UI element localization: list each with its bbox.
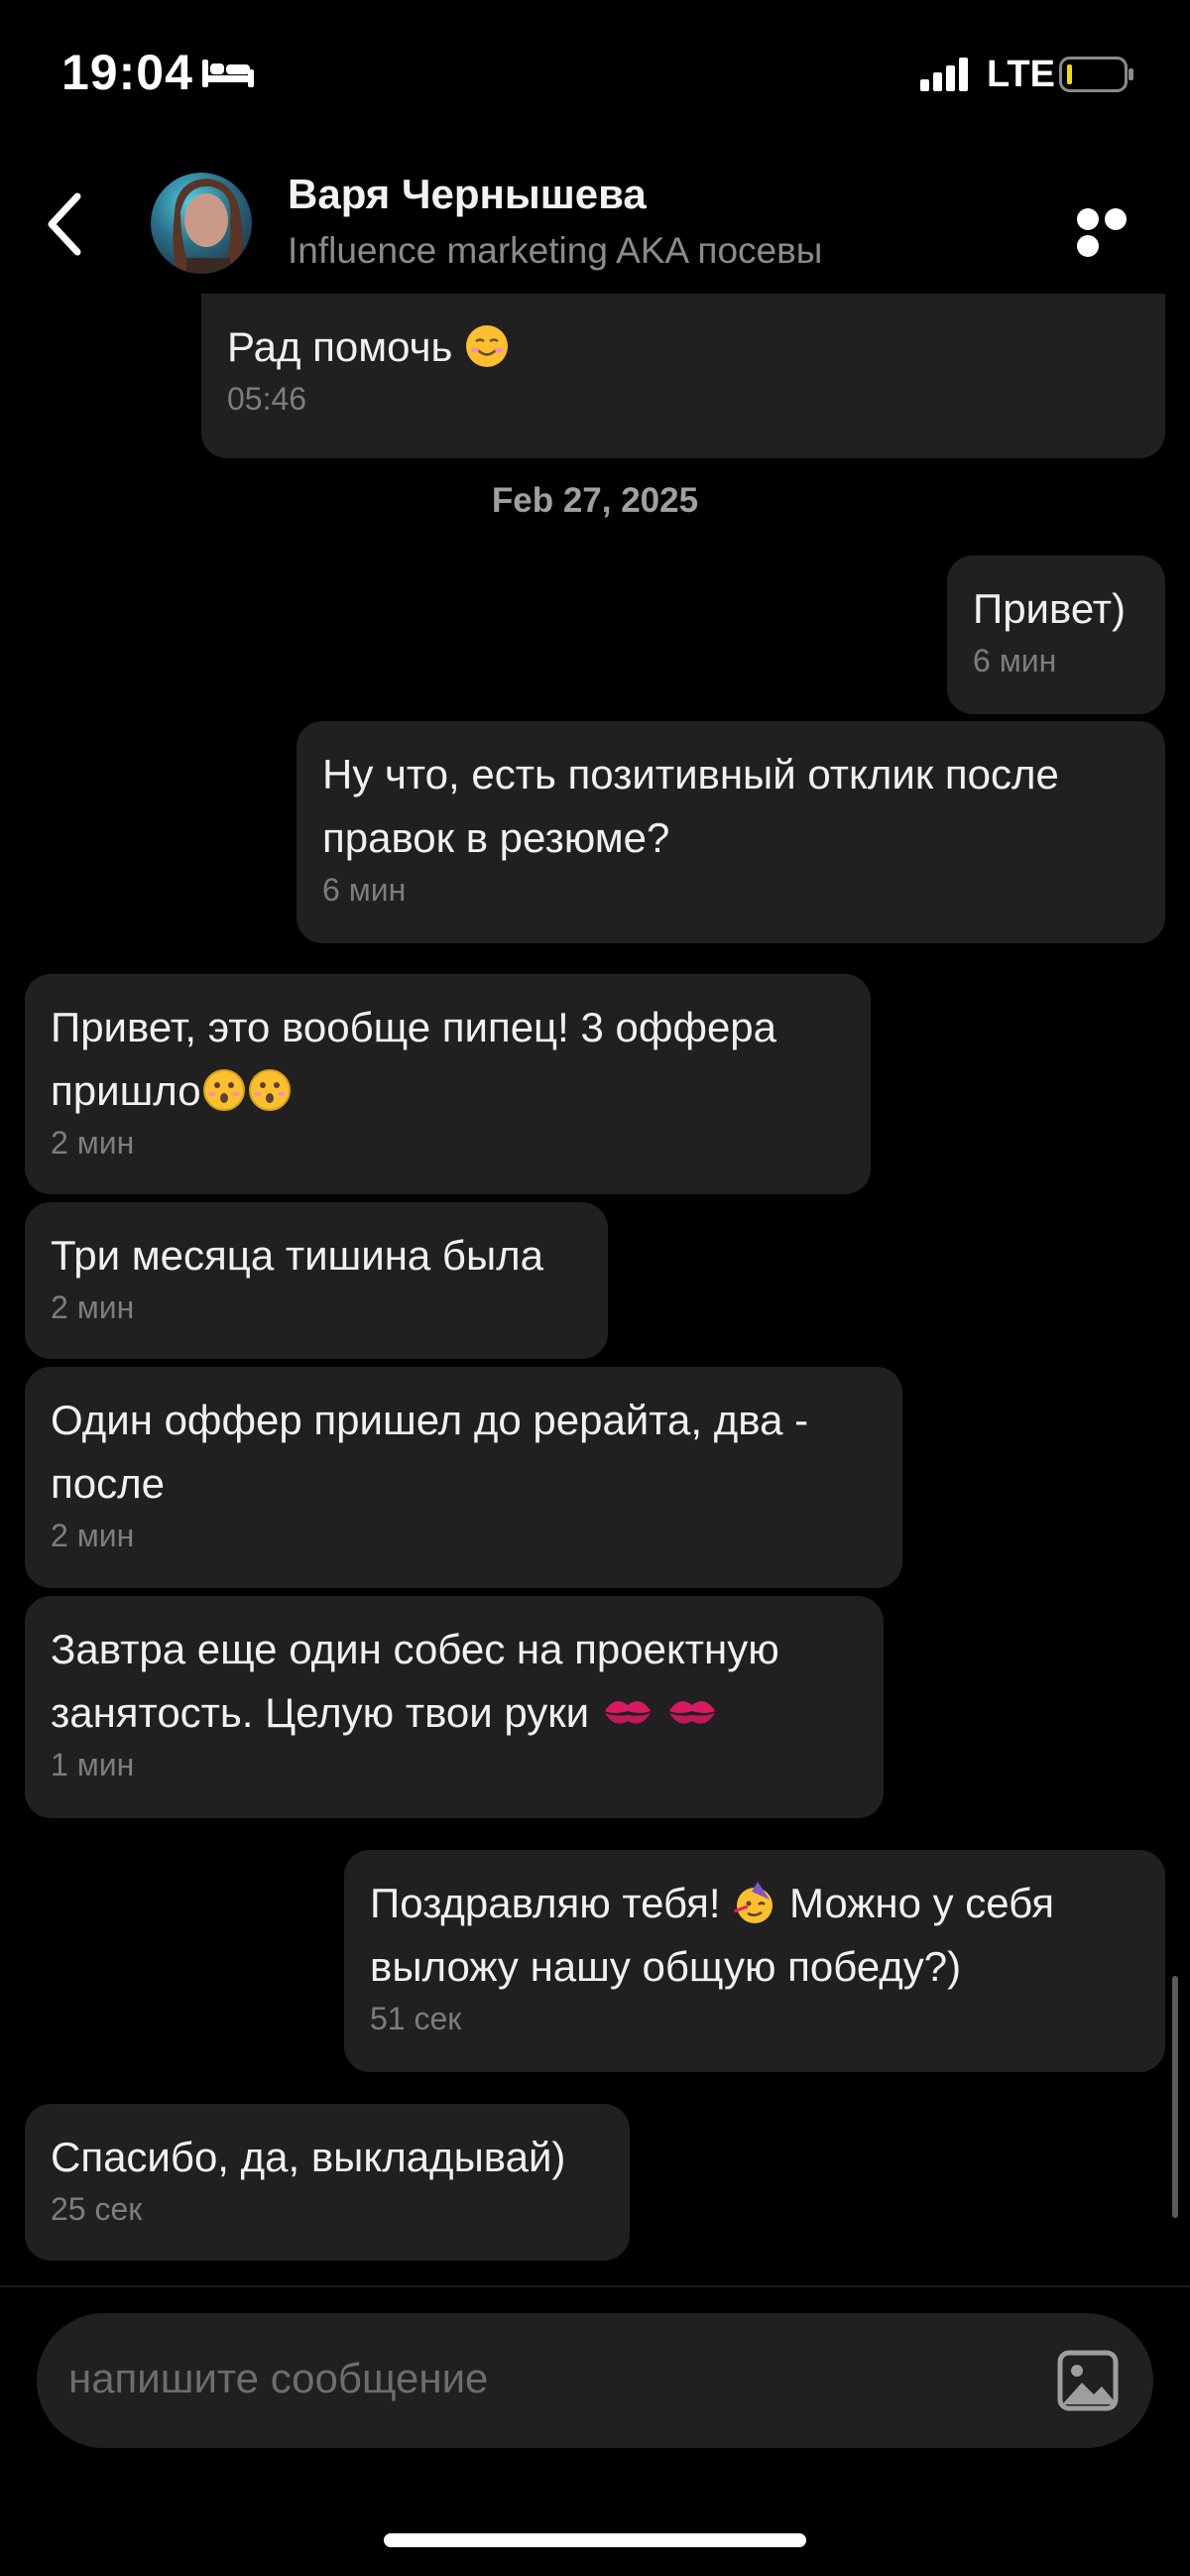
message-time: 51 сек (370, 2001, 462, 2036)
chat-header: Варя Чернышева Influence marketing AKA п… (0, 149, 1190, 298)
message-text: Привет, это вообще пипец! 3 оффера пришл… (51, 1004, 777, 1114)
scrollbar[interactable] (1172, 1976, 1178, 2218)
chevron-left-icon (48, 192, 81, 256)
message-bubble-incoming[interactable]: Завтра еще один собес на проектную занят… (25, 1596, 884, 1818)
more-button[interactable] (1077, 208, 1156, 257)
message-input[interactable]: напишите сообщение (68, 2355, 488, 2402)
message-bubble-incoming[interactable]: Спасибо, да, выкладывай) 25 сек (25, 2104, 630, 2261)
message-time: 2 мин (51, 1518, 135, 1553)
kiss-mark-icon (604, 1701, 651, 1724)
message-text: Спасибо, да, выкладывай) (51, 2134, 566, 2180)
message-text: Рад помочь (227, 315, 1139, 379)
image-attach-icon (1057, 2350, 1119, 2411)
battery-low-icon (1059, 57, 1134, 97)
message-text: Один оффер пришел до рерайта, два - посл… (51, 1397, 809, 1507)
astonished-face-icon (202, 1069, 245, 1111)
contact-name: Варя Чернышева (288, 171, 647, 217)
message-time: 25 сек (51, 2191, 143, 2227)
message-time: 2 мин (51, 1125, 135, 1161)
avatar[interactable] (151, 173, 252, 274)
message-time: 05:46 (227, 381, 307, 417)
message-text: Ну что, есть позитивный отклик после пра… (322, 751, 1059, 861)
attach-image-button[interactable] (1050, 2343, 1126, 2418)
message-time: 1 мин (51, 1747, 135, 1782)
network-type: LTE (987, 54, 1055, 95)
home-indicator[interactable] (384, 2533, 806, 2547)
smiling-face-icon (466, 325, 509, 367)
message-text: Три месяца тишина была (51, 1232, 544, 1279)
message-bubble-outgoing[interactable]: Ну что, есть позитивный отклик после пра… (297, 721, 1165, 943)
date-separator: Feb 27, 2025 (491, 481, 699, 520)
status-bar: 19:04 LTE (0, 0, 1190, 149)
divider (0, 2285, 1190, 2287)
contact-subtitle: Influence marketing AKA посевы (288, 230, 823, 271)
message-time: 6 мин (322, 872, 407, 908)
partying-face-icon (734, 1882, 774, 1923)
message-bubble-incoming[interactable]: Три месяца тишина была 2 мин (25, 1202, 608, 1359)
message-bubble-incoming[interactable]: Привет, это вообще пипец! 3 оффера пришл… (25, 974, 871, 1194)
message-bubble-outgoing[interactable]: Поздравляю тебя! Можно у себя выложу наш… (344, 1850, 1165, 2072)
message-text: Поздравляю тебя! Можно у себя выложу наш… (370, 1880, 1055, 1990)
message-text: Завтра еще один собес на проектную занят… (51, 1626, 779, 1736)
status-time: 19:04 (61, 45, 193, 100)
back-button[interactable] (40, 186, 99, 262)
message-bubble-incoming[interactable]: Рад помочь 05:46 (201, 294, 1165, 458)
message-bubble-outgoing[interactable]: Привет) 6 мин (947, 555, 1165, 714)
message-time: 6 мин (973, 643, 1057, 678)
message-text: Привет) (973, 585, 1127, 632)
astonished-face-icon (248, 1069, 291, 1111)
message-bubble-incoming[interactable]: Один оффер пришел до рерайта, два - посл… (25, 1367, 902, 1588)
more-horizontal-icon (1077, 208, 1156, 262)
kiss-mark-icon (669, 1701, 716, 1724)
message-composer[interactable]: напишите сообщение (37, 2313, 1153, 2448)
signal-icon (920, 58, 970, 96)
message-time: 2 мин (51, 1289, 135, 1325)
bed-icon (202, 56, 254, 92)
